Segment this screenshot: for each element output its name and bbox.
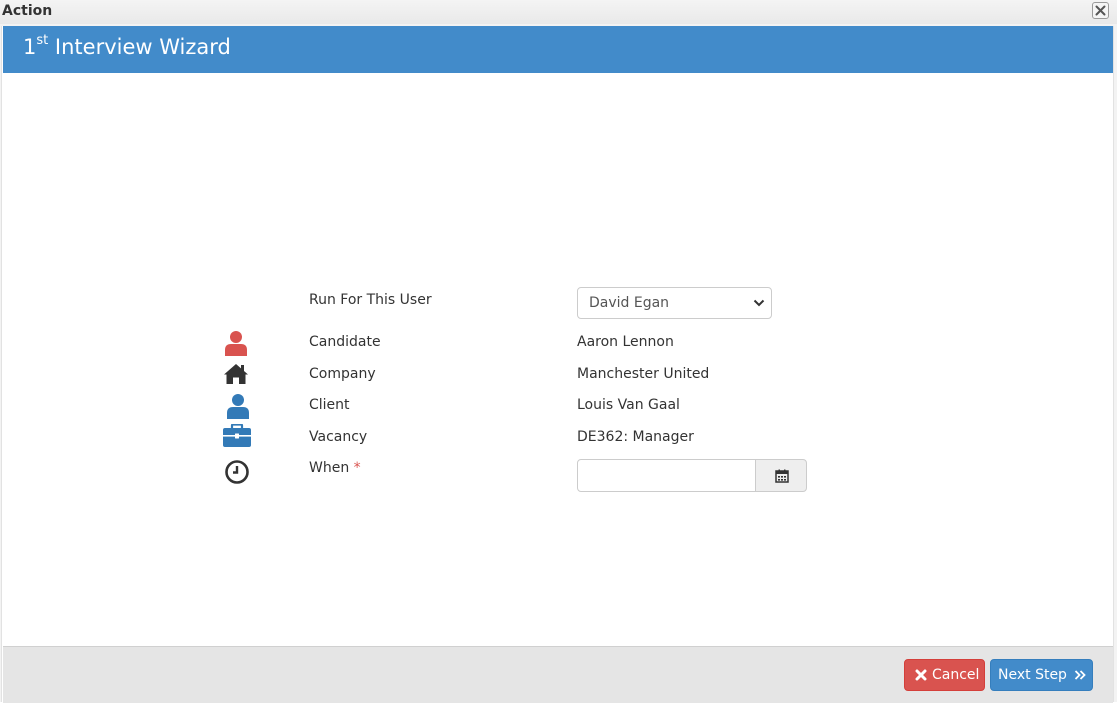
vacancy-label: Vacancy — [309, 429, 368, 445]
window-close-button[interactable] — [1092, 2, 1109, 19]
candidate-label: Candidate — [309, 334, 381, 350]
next-step-button-label: Next Step — [998, 667, 1067, 683]
required-marker: * — [353, 460, 361, 476]
client-label: Client — [309, 397, 350, 413]
home-icon — [224, 364, 248, 384]
window-title: Action — [2, 3, 53, 19]
run-for-user-label: Run For This User — [309, 292, 432, 308]
calendar-icon — [775, 469, 789, 483]
user-icon — [225, 331, 247, 356]
when-label: When * — [309, 460, 361, 476]
clock-icon — [225, 460, 249, 484]
close-icon — [915, 669, 927, 681]
wizard-header: 1st Interview Wizard — [3, 26, 1113, 73]
candidate-value: Aaron Lennon — [577, 334, 674, 350]
company-label: Company — [309, 366, 376, 382]
action-window: Action 1st Interview Wizard Run For This… — [0, 0, 1117, 703]
next-step-button[interactable]: Next Step — [990, 659, 1093, 691]
when-date-input[interactable] — [577, 459, 756, 492]
chevron-down-icon — [753, 299, 765, 307]
wizard-dialog: 1st Interview Wizard Run For This User D… — [1, 26, 1114, 703]
briefcase-icon — [223, 424, 251, 447]
vacancy-value: DE362: Manager — [577, 429, 694, 445]
client-value: Louis Van Gaal — [577, 397, 680, 413]
double-chevron-right-icon — [1074, 670, 1086, 680]
cancel-button-label: Cancel — [932, 667, 980, 683]
cancel-button[interactable]: Cancel — [904, 659, 985, 691]
calendar-button[interactable] — [755, 459, 807, 492]
wizard-footer: Cancel Next Step — [3, 646, 1113, 703]
user-icon — [227, 394, 249, 419]
run-for-user-selected: David Egan — [589, 295, 670, 311]
wizard-title: 1st Interview Wizard — [23, 33, 231, 59]
close-icon — [1095, 5, 1106, 16]
company-value: Manchester United — [577, 366, 710, 382]
run-for-user-select[interactable]: David Egan — [577, 287, 772, 319]
window-titlebar: Action — [0, 0, 1117, 24]
